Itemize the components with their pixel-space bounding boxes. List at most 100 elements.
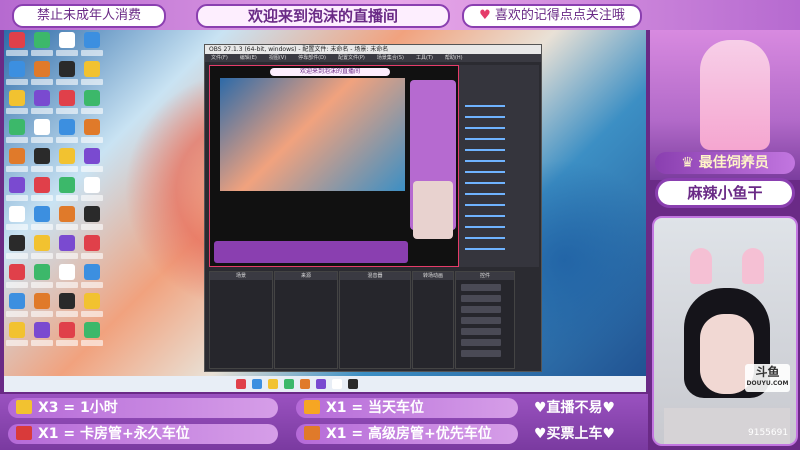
desktop-shortcut-icon[interactable] [81,32,103,62]
desktop-shortcut-icon[interactable] [31,177,53,207]
obs-control-button[interactable] [461,284,501,291]
desktop-shortcut-icon[interactable] [56,235,78,265]
taskbar-app-icon[interactable] [300,379,310,389]
obs-window[interactable]: OBS 27.1.3 (64-bit, windows) - 配置文件: 未命名… [204,44,542,372]
obs-panel[interactable]: 场景 [209,271,273,369]
desktop-shortcut-icon[interactable] [56,32,78,62]
desktop-shortcut-icon[interactable] [81,148,103,178]
desktop-shortcut-icon[interactable] [56,61,78,91]
desktop-shortcut-icon[interactable] [31,264,53,294]
obs-menu-item[interactable]: 停靠部件(D) [298,55,326,61]
obs-menu-item[interactable]: 配置文件(P) [338,55,365,61]
desktop-shortcut-icon[interactable] [56,177,78,207]
desktop-shortcut-icon[interactable] [31,90,53,120]
desktop-shortcut-icon[interactable] [81,293,103,323]
obs-menu-item[interactable]: 工具(T) [416,55,433,61]
desktop-shortcut-icon[interactable] [31,148,53,178]
taskbar-app-icon[interactable] [236,379,246,389]
desktop-shortcut-icon[interactable] [56,206,78,236]
obs-control-button[interactable] [461,339,501,346]
filter-slider[interactable] [465,215,505,217]
obs-menu-item[interactable]: 编辑(E) [240,55,257,61]
desktop-shortcut-icon[interactable] [56,293,78,323]
desktop-shortcut-icon[interactable] [81,119,103,149]
obs-panel-header: 转场动画 [413,272,453,280]
desktop-shortcut-icon[interactable] [31,322,53,352]
desktop-shortcut-icon[interactable] [56,119,78,149]
filter-slider[interactable] [465,171,505,173]
filter-slider[interactable] [465,160,505,162]
desktop-shortcut-icon[interactable] [6,32,28,62]
desktop-shortcut-icon[interactable] [6,322,28,352]
desktop-shortcut-icon[interactable] [81,322,103,352]
obs-panel-header: 来源 [275,272,337,280]
desktop-shortcut-icon[interactable] [6,264,28,294]
desktop-shortcut-icon[interactable] [56,264,78,294]
filter-slider[interactable] [465,138,505,140]
desktop-shortcut-icon[interactable] [56,322,78,352]
obs-preview[interactable]: 欢迎来到泡沫的直播间 [209,65,459,267]
filter-slider[interactable] [465,248,505,250]
filter-slider[interactable] [465,204,505,206]
taskbar-app-icon[interactable] [316,379,326,389]
taskbar-app-icon[interactable] [284,379,294,389]
anime-girl [700,40,770,150]
obs-control-button[interactable] [461,306,501,313]
obs-menu-item[interactable]: 帮助(H) [445,55,463,61]
desktop-shortcut-icon[interactable] [81,264,103,294]
desktop-shortcut-icon[interactable] [6,61,28,91]
desktop-shortcut-icon[interactable] [6,293,28,323]
best-fan-title: ♛ 最佳饲养员 [655,152,795,174]
taskbar-app-icon[interactable] [268,379,278,389]
desktop-shortcut-icon[interactable] [31,206,53,236]
taskbar-app-icon[interactable] [348,379,358,389]
filter-slider[interactable] [465,193,505,195]
taskbar-app-icon[interactable] [332,379,342,389]
obs-menu-item[interactable]: 文件(F) [211,55,228,61]
filter-slider[interactable] [465,237,505,239]
obs-control-button[interactable] [461,350,501,357]
filter-slider[interactable] [465,182,505,184]
obs-menu-item[interactable]: 场景集合(S) [377,55,404,61]
cat-ear-right [742,248,764,284]
desktop-shortcut-icon[interactable] [81,177,103,207]
desktop-shortcut-icon[interactable] [31,119,53,149]
desktop-shortcut-icon[interactable] [6,148,28,178]
filter-slider[interactable] [465,149,505,151]
desktop-shortcut-icon[interactable] [6,119,28,149]
obs-control-button[interactable] [461,317,501,324]
filter-slider[interactable] [465,116,505,118]
filter-slider[interactable] [465,127,505,129]
obs-panel[interactable]: 控件 [455,271,515,369]
desktop-shortcut-icon[interactable] [31,293,53,323]
douyu-logo: 斗鱼 DOUYU.COM [745,364,790,392]
obs-panel[interactable]: 转场动画 [412,271,454,369]
preview-title: 欢迎来到泡沫的直播间 [270,68,390,76]
desktop-shortcut-icon[interactable] [81,61,103,91]
desktop-shortcut-icon[interactable] [81,90,103,120]
desktop-shortcut-icon[interactable] [56,90,78,120]
obs-control-button[interactable] [461,328,501,335]
obs-menu-item[interactable]: 视图(V) [269,55,286,61]
filter-slider[interactable] [465,226,505,228]
best-fan-title-text: 最佳饲养员 [698,155,769,171]
obs-panel[interactable]: 混音器 [339,271,411,369]
taskbar-app-icon[interactable] [252,379,262,389]
desktop-shortcut-icon[interactable] [81,235,103,265]
desktop-shortcut-icon[interactable] [31,61,53,91]
preview-webcam [413,181,453,239]
cat-ear-left [690,248,712,284]
obs-control-button[interactable] [461,295,501,302]
obs-panel[interactable]: 来源 [274,271,338,369]
rocket-icon [16,426,32,440]
desktop-shortcut-icon[interactable] [6,90,28,120]
desktop-shortcut-icon[interactable] [6,235,28,265]
obs-filter-panel[interactable] [459,65,539,267]
desktop-shortcut-icon[interactable] [81,206,103,236]
filter-slider[interactable] [465,105,505,107]
desktop-shortcut-icon[interactable] [31,235,53,265]
desktop-shortcut-icon[interactable] [6,177,28,207]
desktop-shortcut-icon[interactable] [56,148,78,178]
desktop-shortcut-icon[interactable] [31,32,53,62]
desktop-shortcut-icon[interactable] [6,206,28,236]
